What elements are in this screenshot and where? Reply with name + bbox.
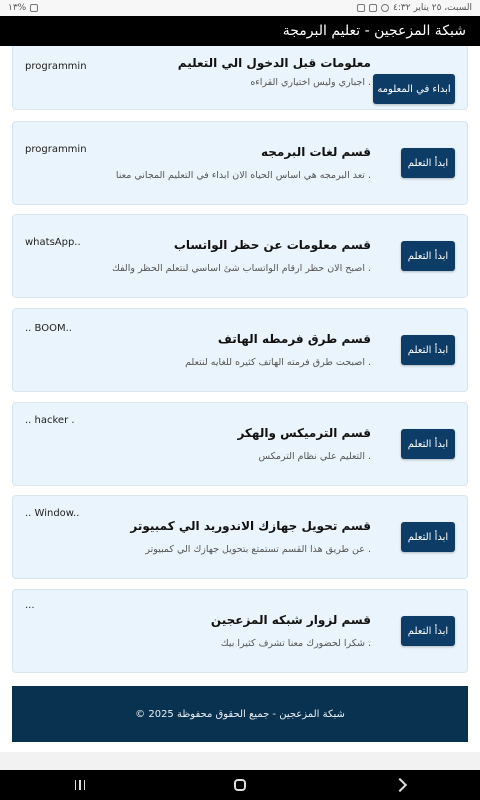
back-button[interactable] [380, 775, 420, 795]
signal-icon [30, 4, 39, 12]
battery-level: %١٣ [8, 3, 27, 13]
card-thumbnail: ... [25, 600, 35, 611]
card-title: قسم لغات البرمجه [260, 145, 371, 159]
card-description: . اصبح الان حظر ارقام الواتساب شئ اساسي … [111, 263, 371, 274]
card-text: قسم معلومات عن حظر الواتساب . اصبح الان … [91, 237, 371, 275]
recents-icon [74, 780, 86, 790]
card-description: . شكرا لحضورك معنا تشرف كثيرا بيك [220, 638, 371, 649]
status-time-date: السبت، ٢٥ يناير ٤:٣٢ [393, 3, 472, 13]
image-icon [369, 4, 378, 12]
card-info-before-learning: programmin.. معلومات قبل الدخول الي التع… [12, 46, 468, 110]
card-android-to-pc: .. Window.. قسم تحويل جهازك الاندوريد ال… [12, 495, 468, 579]
status-right: %١٣ [8, 3, 39, 13]
card-visitors: ... قسم لزوار شبكه المزعجين . شكرا لحضور… [12, 589, 468, 673]
card-title: قسم طرق فرمطه الهاتف [217, 332, 371, 346]
card-description: . التعليم علي نظام الترمكس [258, 451, 371, 462]
card-text: قسم طرق فرمطه الهاتف . اصبحت طرق فرمته ا… [91, 331, 371, 369]
start-learning-button[interactable]: ابدأ التعلم [401, 522, 455, 552]
app-icon [357, 4, 366, 12]
start-learning-button[interactable]: ابدأ التعلم [401, 148, 455, 178]
card-thumbnail: whatsApp.. [25, 237, 81, 248]
card-thumbnail: .. Window.. [25, 508, 80, 519]
card-description: . تعد البرمجه هي اساس الحياه الان ابداء … [115, 170, 371, 181]
card-phone-format: .. BOOM.. قسم طرق فرمطه الهاتف . اصبحت ط… [12, 308, 468, 392]
card-title: قسم معلومات عن حظر الواتساب [173, 238, 371, 252]
status-bar: السبت، ٢٥ يناير ٤:٣٢ %١٣ [0, 0, 480, 16]
card-whatsapp-ban: whatsApp.. قسم معلومات عن حظر الواتساب .… [12, 214, 468, 298]
card-title: معلومات قبل الدخول الي التعليم [177, 56, 371, 70]
home-icon [234, 779, 246, 791]
start-info-button[interactable]: ابداء في المعلومه [373, 74, 455, 104]
card-description: . اجباري وليس اختياري القراءه [250, 77, 371, 88]
card-text: قسم لزوار شبكه المزعجين . شكرا لحضورك مع… [91, 612, 371, 650]
notification-icon [381, 4, 390, 12]
recents-button[interactable] [60, 775, 100, 795]
card-thumbnail: .. BOOM.. [25, 323, 72, 334]
card-text: قسم لغات البرمجه . تعد البرمجه هي اساس ا… [91, 144, 371, 182]
app-title-bar: شبكة المزعجين - تعليم البرمجة [0, 16, 480, 46]
chevron-right-icon [392, 777, 408, 793]
start-learning-button[interactable]: ابدأ التعلم [401, 616, 455, 646]
card-title: قسم لزوار شبكه المزعجين [210, 613, 371, 627]
system-nav-bar [0, 770, 480, 800]
card-text: قسم تحويل جهازك الاندوريد الي كمبيوتر . … [91, 518, 371, 556]
page-footer: شبكة المزعجين - جميع الحقوق محفوظة 2025 … [12, 686, 468, 742]
home-button[interactable] [220, 775, 260, 795]
card-thumbnail: programmin.. [25, 61, 87, 72]
start-learning-button[interactable]: ابدأ التعلم [401, 241, 455, 271]
card-text: معلومات قبل الدخول الي التعليم . اجباري … [91, 55, 371, 89]
start-learning-button[interactable]: ابدأ التعلم [401, 335, 455, 365]
card-thumbnail: .. hacker . [25, 415, 75, 426]
card-title: قسم تحويل جهازك الاندوريد الي كمبيوتر [130, 519, 371, 533]
card-description: . اصبحت طرق فرمته الهاتف كثيره للغايه لن… [185, 357, 371, 368]
card-programming-languages: programmin.. قسم لغات البرمجه . تعد البر… [12, 121, 468, 205]
card-description: . عن طريق هذا القسم تستمتع بتحويل جهازك … [145, 544, 371, 555]
card-title: قسم الترميكس والهكر [237, 426, 371, 440]
bottom-spacer [0, 752, 480, 770]
card-text: قسم الترميكس والهكر . التعليم علي نظام ا… [91, 425, 371, 463]
card-termux-hacking: .. hacker . قسم الترميكس والهكر . التعلي… [12, 402, 468, 486]
card-thumbnail: programmin.. [25, 144, 87, 155]
start-learning-button[interactable]: ابدأ التعلم [401, 429, 455, 459]
main-content[interactable]: programmin.. معلومات قبل الدخول الي التع… [0, 46, 480, 752]
app-title: شبكة المزعجين - تعليم البرمجة [282, 23, 466, 39]
footer-copyright: شبكة المزعجين - جميع الحقوق محفوظة 2025 … [135, 708, 345, 720]
status-left: السبت، ٢٥ يناير ٤:٣٢ [357, 3, 472, 13]
